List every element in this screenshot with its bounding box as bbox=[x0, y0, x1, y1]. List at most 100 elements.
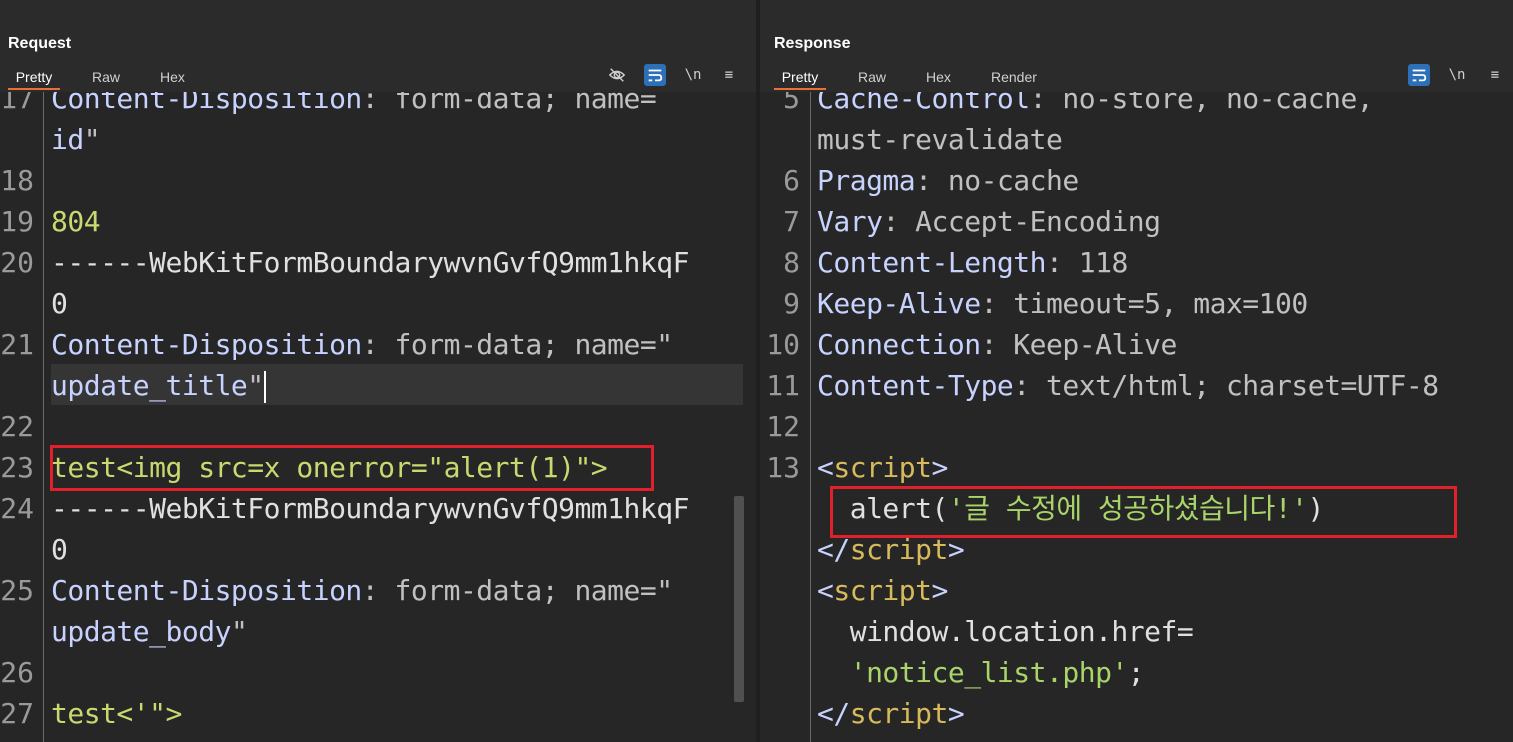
line-number bbox=[760, 570, 800, 611]
code-token: test<'"> bbox=[51, 697, 182, 730]
code-token: Vary bbox=[817, 205, 883, 238]
line-number: 23 bbox=[0, 451, 34, 484]
code-token: : timeout=5, max=100 bbox=[980, 287, 1309, 320]
tab-hex[interactable]: Hex bbox=[926, 66, 951, 88]
menu-icon[interactable]: ≡ bbox=[718, 64, 740, 86]
eye-slash-icon[interactable] bbox=[606, 64, 628, 86]
code-line: id" bbox=[51, 119, 101, 160]
code-token: ------WebKitFormBoundarywvnGvfQ9mm1hkqF bbox=[51, 246, 689, 279]
code-token: : no-store, no-cache, bbox=[1029, 92, 1374, 115]
code-line: window.location.href= bbox=[817, 611, 1194, 652]
code-token: : Accept-Encoding bbox=[882, 205, 1161, 238]
code-token: 804 bbox=[51, 205, 101, 238]
tab-pretty[interactable]: Pretty bbox=[8, 66, 60, 90]
code-line: Pragma: no-cache bbox=[817, 160, 1079, 201]
line-number: 25 bbox=[0, 574, 34, 607]
code-token: ) bbox=[1307, 492, 1325, 525]
code-token: id bbox=[51, 123, 84, 156]
tab-raw[interactable]: Raw bbox=[92, 66, 120, 88]
line-number bbox=[760, 529, 800, 570]
code-token: " bbox=[247, 369, 264, 402]
code-token: 0 bbox=[51, 287, 68, 320]
line-number bbox=[0, 119, 34, 160]
code-token: : 118 bbox=[1046, 246, 1128, 279]
code-line: Keep-Alive: timeout=5, max=100 bbox=[817, 283, 1308, 324]
line-number: 10 bbox=[766, 328, 800, 361]
code-token: ------WebKitFormBoundarywvnGvfQ9mm1hkqF bbox=[51, 492, 689, 525]
line-number: 7 bbox=[783, 205, 800, 238]
code-token: Content-Length bbox=[817, 246, 1047, 279]
code-token: < bbox=[817, 574, 834, 607]
line-number bbox=[0, 283, 34, 324]
code-token: </ bbox=[817, 533, 850, 566]
code-token: test<img src=x onerror="alert(1)"> bbox=[51, 451, 608, 484]
response-panel: Response Pretty Raw Hex Render \n ≡ 5 Cac… bbox=[760, 0, 1513, 742]
request-editor[interactable]: 17 Content-Disposition: form-data; name= i… bbox=[0, 92, 756, 742]
code-line: Vary: Accept-Encoding bbox=[817, 201, 1161, 242]
code-line: <script> bbox=[817, 447, 948, 488]
code-token: : Keep-Alive bbox=[980, 328, 1178, 361]
line-number: 26 bbox=[0, 656, 34, 689]
line-number: 11 bbox=[766, 369, 800, 402]
line-number: 5 bbox=[783, 92, 800, 115]
code-line: Content-Disposition: form-data; name=" bbox=[51, 570, 673, 611]
wrap-icon[interactable] bbox=[644, 64, 666, 86]
code-line: ------WebKitFormBoundarywvnGvfQ9mm1hkqF bbox=[51, 488, 689, 529]
line-number bbox=[0, 529, 34, 570]
gutter-divider bbox=[43, 92, 44, 742]
tab-render[interactable]: Render bbox=[991, 66, 1037, 88]
code-line: alert('글 수정에 성공하셨습니다!') bbox=[817, 488, 1325, 529]
code-token: " bbox=[83, 123, 101, 156]
wrap-icon[interactable] bbox=[1408, 64, 1430, 86]
newline-toggle[interactable]: \n bbox=[682, 64, 704, 86]
code-line: 0 bbox=[51, 283, 68, 324]
request-scrollbar[interactable] bbox=[734, 496, 744, 702]
code-token: 'notice_list.php' bbox=[817, 656, 1129, 689]
code-token: : form-data; name= bbox=[361, 92, 657, 115]
code-token: script bbox=[833, 451, 932, 484]
line-number: 21 bbox=[0, 328, 34, 361]
code-line: Content-Disposition: form-data; name= bbox=[51, 92, 657, 119]
newline-toggle[interactable]: \n bbox=[1446, 64, 1468, 86]
line-number: 22 bbox=[0, 410, 34, 443]
code-token: > bbox=[947, 697, 965, 730]
line-number bbox=[760, 488, 800, 529]
line-number: 9 bbox=[783, 287, 800, 320]
code-token: Content-Type bbox=[817, 369, 1014, 402]
code-line: </script> bbox=[817, 693, 965, 734]
code-token: : no-cache bbox=[915, 164, 1079, 197]
code-token: script bbox=[849, 533, 949, 566]
request-title: Request bbox=[8, 35, 72, 52]
gutter-divider bbox=[810, 92, 811, 742]
code-token: ; bbox=[1127, 656, 1145, 689]
code-token: Content-Disposition bbox=[51, 328, 362, 361]
code-token: " bbox=[230, 615, 248, 648]
text-cursor bbox=[263, 371, 266, 403]
code-token: Content-Disposition bbox=[51, 574, 362, 607]
code-line: update_title" bbox=[51, 365, 266, 406]
code-token: > bbox=[931, 574, 949, 607]
code-line: 804 bbox=[51, 201, 101, 242]
code-token: script bbox=[849, 697, 949, 730]
code-line: Content-Length: 118 bbox=[817, 242, 1128, 283]
line-number bbox=[760, 119, 800, 160]
code-line: must-revalidate bbox=[817, 119, 1063, 160]
tab-pretty[interactable]: Pretty bbox=[774, 66, 826, 90]
code-token: Pragma bbox=[817, 164, 916, 197]
code-token: > bbox=[947, 533, 965, 566]
menu-icon[interactable]: ≡ bbox=[1484, 64, 1506, 86]
line-number bbox=[760, 611, 800, 652]
tab-hex[interactable]: Hex bbox=[160, 66, 185, 88]
code-token: update_body bbox=[51, 615, 231, 648]
code-token: '글 수정에 성공하셨습니다!' bbox=[947, 492, 1308, 525]
tab-raw[interactable]: Raw bbox=[858, 66, 886, 88]
request-panel: Request Pretty Raw Hex \n ≡ 17 Content-Di… bbox=[0, 0, 756, 742]
response-editor[interactable]: 5 Cache-Control: no-store, no-cache, must-… bbox=[760, 92, 1513, 742]
code-line: update_body" bbox=[51, 611, 248, 652]
code-token: Content-Disposition bbox=[51, 92, 362, 115]
code-line: 0 bbox=[51, 529, 68, 570]
line-number: 27 bbox=[0, 697, 34, 730]
code-line: Content-Disposition: form-data; name=" bbox=[51, 324, 673, 365]
line-number: 17 bbox=[0, 92, 34, 115]
code-token: > bbox=[931, 451, 949, 484]
